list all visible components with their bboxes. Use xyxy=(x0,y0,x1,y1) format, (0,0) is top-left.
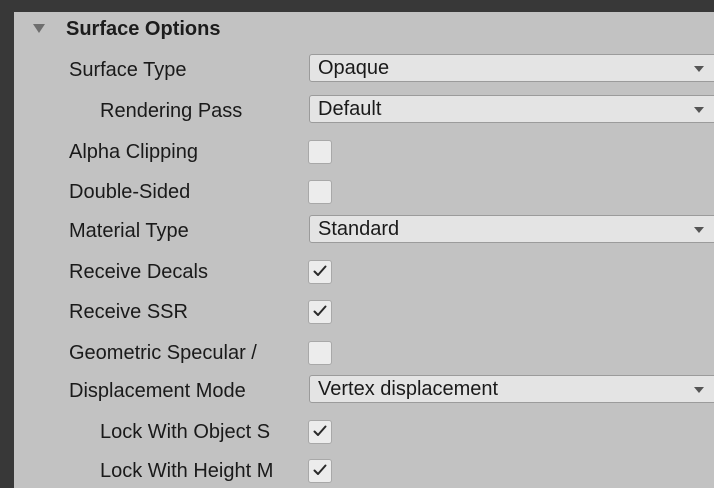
lock-with-height-map-row: Lock With Height M xyxy=(14,453,714,488)
displacement-mode-dropdown[interactable]: Vertex displacement xyxy=(309,375,714,403)
section-title: Surface Options xyxy=(66,18,221,40)
receive-decals-row: Receive Decals xyxy=(14,254,714,290)
rendering-pass-value: Default xyxy=(318,98,382,120)
foldout-triangle-icon[interactable] xyxy=(33,24,45,33)
chevron-down-icon xyxy=(694,66,704,72)
receive-ssr-label: Receive SSR xyxy=(69,301,188,323)
checkmark-icon xyxy=(313,305,327,316)
checkmark-icon xyxy=(313,265,327,276)
surface-options-header[interactable]: Surface Options xyxy=(14,12,714,46)
displacement-mode-value: Vertex displacement xyxy=(318,378,499,400)
chevron-down-icon xyxy=(694,387,704,393)
material-type-value: Standard xyxy=(318,218,400,240)
rendering-pass-label: Rendering Pass xyxy=(100,100,243,122)
receive-decals-label: Receive Decals xyxy=(69,261,208,283)
rendering-pass-dropdown[interactable]: Default xyxy=(309,95,714,123)
lock-with-height-map-checkbox[interactable] xyxy=(308,459,332,483)
material-type-label: Material Type xyxy=(69,220,189,242)
receive-decals-checkbox[interactable] xyxy=(308,260,332,284)
double-sided-row: Double-Sided xyxy=(14,174,714,210)
double-sided-checkbox[interactable] xyxy=(308,180,332,204)
lock-with-height-map-label: Lock With Height M xyxy=(100,460,274,482)
rendering-pass-row: Rendering Pass Default xyxy=(14,93,714,129)
surface-type-dropdown[interactable]: Opaque xyxy=(309,54,714,82)
surface-type-row: Surface Type Opaque xyxy=(14,52,714,88)
alpha-clipping-label: Alpha Clipping xyxy=(69,141,198,163)
double-sided-label: Double-Sided xyxy=(69,181,191,203)
chevron-down-icon xyxy=(694,227,704,233)
material-type-dropdown[interactable]: Standard xyxy=(309,215,714,243)
geometric-specular-aa-row: Geometric Specular / xyxy=(14,335,714,371)
receive-ssr-checkbox[interactable] xyxy=(308,300,332,324)
geometric-specular-aa-checkbox[interactable] xyxy=(308,341,332,365)
surface-type-value: Opaque xyxy=(318,57,390,79)
lock-with-object-scale-row: Lock With Object S xyxy=(14,414,714,450)
lock-with-object-scale-label: Lock With Object S xyxy=(100,421,271,443)
surface-type-label: Surface Type xyxy=(69,59,187,81)
checkmark-icon xyxy=(313,425,327,436)
displacement-mode-label: Displacement Mode xyxy=(69,380,246,402)
checkmark-icon xyxy=(313,464,327,475)
receive-ssr-row: Receive SSR xyxy=(14,294,714,330)
lock-with-object-scale-checkbox[interactable] xyxy=(308,420,332,444)
alpha-clipping-checkbox[interactable] xyxy=(308,140,332,164)
geometric-specular-aa-label: Geometric Specular / xyxy=(69,342,257,364)
material-type-row: Material Type Standard xyxy=(14,213,714,249)
displacement-mode-row: Displacement Mode Vertex displacement xyxy=(14,373,714,409)
chevron-down-icon xyxy=(694,107,704,113)
inspector-panel: Surface Options Surface Type Opaque Rend… xyxy=(14,12,714,488)
alpha-clipping-row: Alpha Clipping xyxy=(14,134,714,170)
